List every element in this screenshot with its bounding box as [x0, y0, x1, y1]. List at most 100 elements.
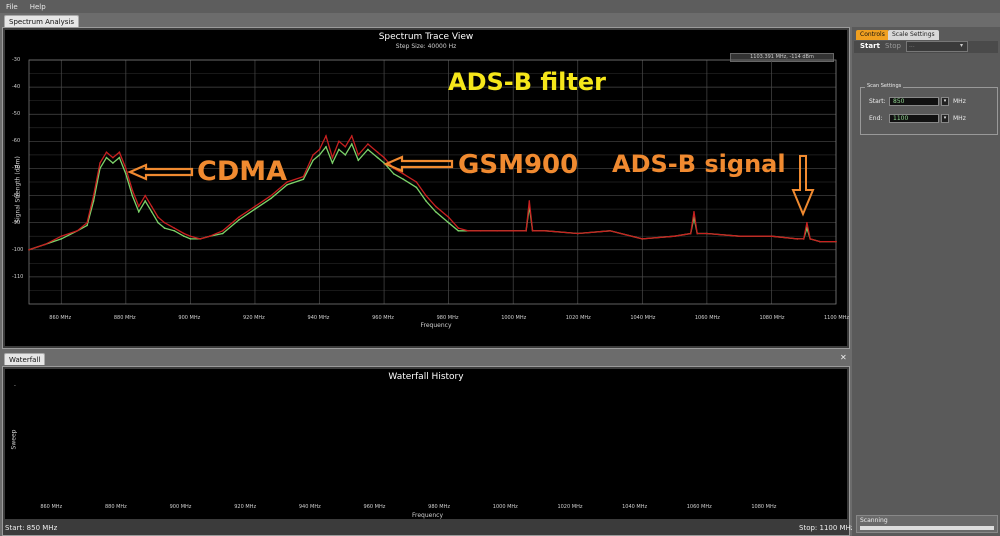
spectrum-x-tick: 1060 MHz — [694, 315, 720, 321]
app-window: File Help Spectrum Analysis Spectrum Tra… — [0, 0, 1000, 536]
spectrum-point — [806, 221, 808, 224]
spectrum-point — [425, 194, 427, 197]
spectrum-ylabel: Signal Strength (dBm) — [14, 156, 22, 223]
arrow-adsb-shape — [791, 155, 815, 217]
spectrum-point — [425, 200, 427, 202]
spectrum-x-tick: 880 MHz — [113, 315, 136, 321]
tab-scale-settings[interactable]: Scale Settings — [888, 30, 939, 40]
spectrum-point — [357, 159, 360, 162]
spectrum-point — [254, 208, 256, 210]
spectrum-x-tick: 1020 MHz — [565, 315, 591, 321]
spectrum-point — [118, 156, 121, 159]
spectrum-point — [150, 205, 153, 208]
spectrum-point — [457, 227, 460, 229]
spectrum-point — [112, 162, 114, 164]
spectrum-point — [105, 156, 108, 159]
spectrum-point — [351, 143, 353, 145]
waterfall-x-tick: 920 MHz — [234, 504, 257, 510]
spectrum-point — [357, 154, 360, 156]
waterfall-x-tick: 1060 MHz — [686, 504, 712, 510]
spectrum-point — [331, 156, 334, 159]
arrow-cdma-icon — [127, 163, 194, 181]
spectrum-point — [434, 211, 437, 213]
spectrum-point — [221, 232, 224, 235]
spectrum-point — [467, 230, 469, 232]
spectrum-point — [338, 140, 340, 143]
spectrum-point — [835, 240, 837, 243]
spectrum-point — [338, 148, 340, 151]
end-freq-dropdown[interactable]: ▾ — [941, 114, 949, 123]
spectrum-point — [173, 230, 176, 232]
spectrum-point — [367, 143, 369, 145]
spectrum-point — [770, 235, 773, 238]
spectrum-point — [183, 232, 185, 235]
spectrum-point — [144, 200, 147, 202]
spectrum-point — [376, 156, 379, 159]
spectrum-point — [738, 235, 740, 238]
spectrum-point — [238, 216, 240, 219]
spectrum-point — [312, 159, 314, 162]
close-icon[interactable]: ✕ — [840, 353, 847, 362]
waterfall-x-tick: 1040 MHz — [622, 504, 648, 510]
spectrum-point — [86, 221, 88, 224]
spectrum-x-tick: 1100 MHz — [824, 315, 850, 321]
annotation-adsb-signal: ADS-B signal — [612, 150, 786, 178]
annotation-gsm900: GSM900 — [458, 150, 579, 180]
tab-waterfall[interactable]: Waterfall — [4, 353, 46, 365]
end-freq-label: End: — [869, 115, 883, 122]
spectrum-point — [673, 235, 676, 238]
spectrum-point — [137, 211, 140, 213]
stop-button[interactable]: Stop — [885, 42, 901, 50]
spectrum-x-tick: 920 MHz — [242, 315, 265, 321]
spectrum-point — [137, 205, 140, 208]
waterfall-x-tick: 1000 MHz — [492, 504, 518, 510]
spectrum-point — [157, 216, 159, 219]
device-select[interactable]: ... — [906, 41, 968, 52]
spectrum-x-tick: 1040 MHz — [630, 315, 656, 321]
start-button[interactable]: Start — [860, 42, 880, 50]
controls-panel: Controls Scale Settings Start Stop ... ▾… — [852, 27, 1000, 536]
spectrum-point — [802, 238, 805, 240]
spectrum-point — [609, 230, 611, 232]
chevron-down-icon[interactable]: ▾ — [960, 42, 963, 49]
spectrum-point — [131, 194, 134, 197]
waterfall-x-tick: 1020 MHz — [557, 504, 583, 510]
spectrum-point — [689, 232, 692, 235]
start-freq-input[interactable]: 850 — [889, 97, 939, 106]
waterfall-xlabel: Frequency — [412, 512, 443, 519]
tab-controls[interactable]: Controls — [856, 30, 889, 40]
spectrum-point — [496, 230, 498, 232]
end-freq-input[interactable]: 1100 — [889, 114, 939, 123]
spectrum-x-tick: 1000 MHz — [501, 315, 527, 321]
waterfall-stop-label: Stop: 1100 MHz — [799, 524, 855, 532]
arrow-adsb-icon — [791, 155, 815, 217]
spectrum-point — [528, 200, 531, 202]
spectrum-point — [447, 221, 450, 224]
start-freq-dropdown[interactable]: ▾ — [941, 97, 949, 106]
start-freq-label: Start: — [869, 98, 886, 105]
spectrum-point — [189, 235, 192, 238]
waterfall-title: Waterfall History — [388, 372, 464, 382]
spectrum-point — [208, 235, 211, 238]
spectrum-point — [415, 186, 418, 189]
spectrum-point — [318, 154, 321, 156]
waterfall-x-tick: 860 MHz — [40, 504, 63, 510]
spectrum-point — [76, 230, 79, 232]
spectrum-point — [60, 235, 63, 238]
spectrum-point — [302, 175, 305, 178]
waterfall-start-label: Start: 850 MHz — [5, 524, 58, 532]
spectrum-point — [131, 189, 134, 191]
spectrum-point — [144, 194, 147, 197]
spectrum-point — [157, 221, 159, 224]
spectrum-x-tick: 900 MHz — [178, 315, 201, 321]
end-freq-unit: MHz — [953, 115, 966, 122]
spectrum-x-tick: 940 MHz — [307, 315, 330, 321]
spectrum-y-tick: -100 — [12, 246, 24, 253]
spectrum-x-tick: 960 MHz — [372, 315, 394, 321]
start-freq-unit: MHz — [953, 98, 966, 105]
scan-settings-legend: Scan Settings — [865, 83, 904, 89]
spectrum-point — [351, 135, 353, 137]
spectrum-point — [105, 151, 108, 153]
spectrum-point — [189, 238, 192, 240]
spectrum-point — [434, 205, 437, 208]
